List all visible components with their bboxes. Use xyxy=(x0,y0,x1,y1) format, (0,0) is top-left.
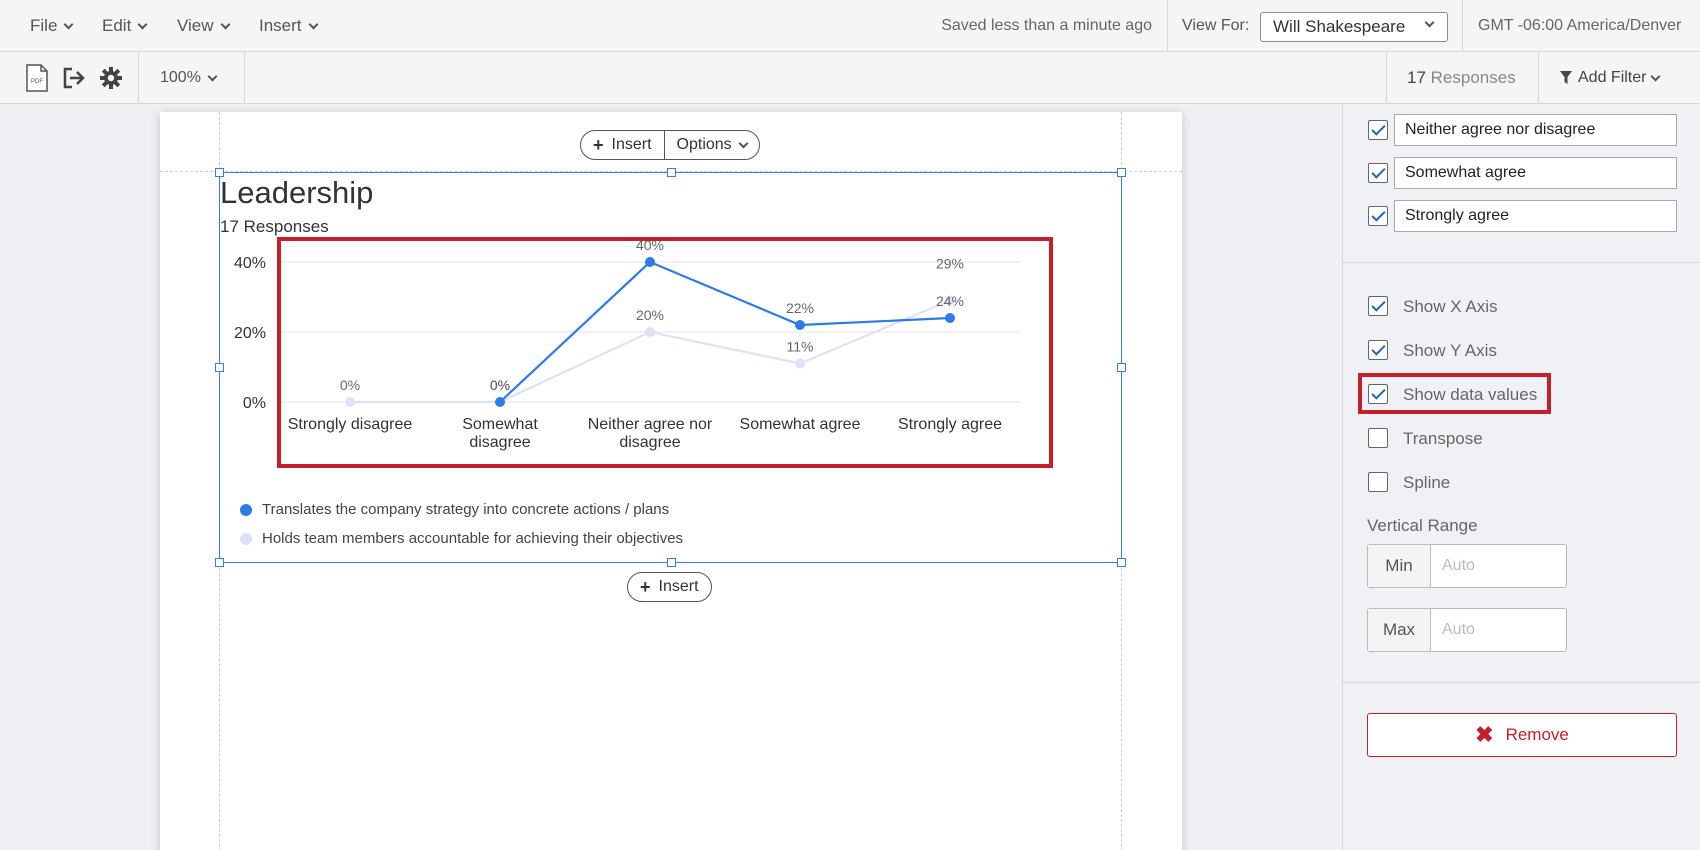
divider xyxy=(1386,52,1387,104)
chevron-down-icon xyxy=(1651,71,1661,81)
legend-item[interactable]: Translates the company strategy into con… xyxy=(240,495,683,524)
menu-edit-label: Edit xyxy=(102,16,132,35)
spline-checkbox[interactable] xyxy=(1368,472,1388,492)
menu-insert-label: Insert xyxy=(259,16,302,35)
responses-label: Responses xyxy=(1430,68,1516,87)
choice-label-field[interactable]: Strongly agree xyxy=(1394,200,1677,232)
filter-icon xyxy=(1560,71,1572,84)
show-x-axis-label: Show X Axis xyxy=(1403,297,1498,316)
gear-icon[interactable] xyxy=(98,64,124,92)
show-y-axis-label: Show Y Axis xyxy=(1403,341,1497,360)
resize-handle[interactable] xyxy=(667,558,676,567)
legend-marker xyxy=(240,503,252,516)
chevron-down-icon xyxy=(1424,17,1435,28)
report-page: + Insert Options Leadership 17 Responses … xyxy=(160,112,1182,850)
resize-handle[interactable] xyxy=(1117,558,1126,567)
chevron-down-icon xyxy=(738,138,749,148)
chart-legend: Translates the company strategy into con… xyxy=(240,495,683,553)
min-label: Min xyxy=(1368,545,1431,587)
view-for-label: View For: xyxy=(1182,17,1250,34)
insert-options-pill: + Insert Options xyxy=(580,130,760,160)
responses-count[interactable]: 17 Responses xyxy=(1407,52,1516,104)
menu-view-label: View xyxy=(177,16,214,35)
divider xyxy=(1538,52,1539,104)
choice-checkbox[interactable] xyxy=(1368,206,1388,226)
chart-highlight-box xyxy=(277,237,1053,468)
vertical-range-label: Vertical Range xyxy=(1367,516,1478,535)
plus-icon: + xyxy=(593,134,604,155)
chevron-down-icon xyxy=(63,19,74,29)
chevron-down-icon xyxy=(308,19,318,29)
y-tick-label: 20% xyxy=(234,325,266,342)
range-max: Max xyxy=(1367,608,1567,652)
legend-item[interactable]: Holds team members accountable for achie… xyxy=(240,524,683,553)
options-button[interactable]: Options xyxy=(665,131,759,159)
timezone: GMT -06:00 America/Denver xyxy=(1478,17,1682,34)
max-input[interactable] xyxy=(1432,609,1566,651)
legend-label: Translates the company strategy into con… xyxy=(262,501,670,518)
menu-edit[interactable]: Edit xyxy=(102,0,148,52)
choice-checkbox[interactable] xyxy=(1368,163,1388,183)
resize-handle[interactable] xyxy=(215,168,224,177)
insert-button-bottom[interactable]: + Insert xyxy=(627,572,712,602)
menu-file-label: File xyxy=(30,16,58,35)
menu-view[interactable]: View xyxy=(177,0,230,52)
view-for-select[interactable]: Will Shakespeare xyxy=(1260,12,1448,42)
pdf-icon[interactable]: PDF xyxy=(24,64,50,92)
divider xyxy=(244,52,245,104)
transpose-checkbox[interactable] xyxy=(1368,428,1388,448)
menu-file[interactable]: File xyxy=(30,0,74,52)
show-data-values-highlight xyxy=(1358,373,1551,414)
min-input[interactable] xyxy=(1432,545,1566,587)
y-tick-label: 0% xyxy=(243,395,266,412)
range-min: Min xyxy=(1367,544,1567,588)
options-label: Options xyxy=(676,136,732,153)
resize-handle[interactable] xyxy=(215,558,224,567)
zoom-select[interactable]: 100% xyxy=(160,52,218,104)
menu-insert[interactable]: Insert xyxy=(259,0,318,52)
add-filter-button[interactable]: Add Filter xyxy=(1560,52,1661,104)
resize-handle[interactable] xyxy=(215,363,224,372)
chevron-down-icon xyxy=(207,71,218,81)
spline-label: Spline xyxy=(1403,473,1451,492)
responses-number: 17 xyxy=(1407,68,1426,87)
chevron-down-icon xyxy=(137,19,148,29)
legend-marker xyxy=(240,532,252,545)
choice-checkbox[interactable] xyxy=(1368,120,1388,140)
show-x-axis-checkbox[interactable] xyxy=(1368,296,1388,316)
y-tick-label: 40% xyxy=(234,255,266,272)
insert-button-top[interactable]: + Insert xyxy=(581,131,664,159)
choice-label-field[interactable]: Somewhat agree xyxy=(1394,157,1677,189)
divider xyxy=(1343,262,1700,263)
toolbar: PDF 100% 17 Responses Add Filter xyxy=(0,52,1700,104)
plus-icon: + xyxy=(640,576,651,597)
export-icon[interactable] xyxy=(61,64,87,92)
remove-button[interactable]: ✖ Remove xyxy=(1367,713,1677,757)
options-panel: Neither agree nor disagree Somewhat agre… xyxy=(1342,104,1700,850)
chevron-down-icon xyxy=(220,19,230,29)
add-filter-label: Add Filter xyxy=(1578,69,1647,86)
choice-label-field[interactable]: Neither agree nor disagree xyxy=(1394,114,1677,146)
show-y-axis-checkbox[interactable] xyxy=(1368,340,1388,360)
max-label: Max xyxy=(1368,609,1431,651)
transpose-label: Transpose xyxy=(1403,429,1483,448)
divider xyxy=(1167,0,1168,52)
zoom-value: 100% xyxy=(160,69,201,86)
insert-label: Insert xyxy=(611,136,652,153)
saved-status: Saved less than a minute ago xyxy=(941,17,1152,34)
divider xyxy=(138,52,139,104)
insert-label: Insert xyxy=(658,578,699,595)
resize-handle[interactable] xyxy=(1117,168,1126,177)
view-for-value: Will Shakespeare xyxy=(1273,17,1406,36)
legend-label: Holds team members accountable for achie… xyxy=(262,530,684,547)
close-icon: ✖ xyxy=(1475,722,1494,747)
menu-bar: File Edit View Insert Saved less than a … xyxy=(0,0,1700,52)
resize-handle[interactable] xyxy=(1117,363,1126,372)
remove-label: Remove xyxy=(1505,725,1569,744)
resize-handle[interactable] xyxy=(667,168,676,177)
divider xyxy=(1462,0,1463,52)
divider xyxy=(1343,682,1700,683)
svg-text:PDF: PDF xyxy=(31,79,43,85)
